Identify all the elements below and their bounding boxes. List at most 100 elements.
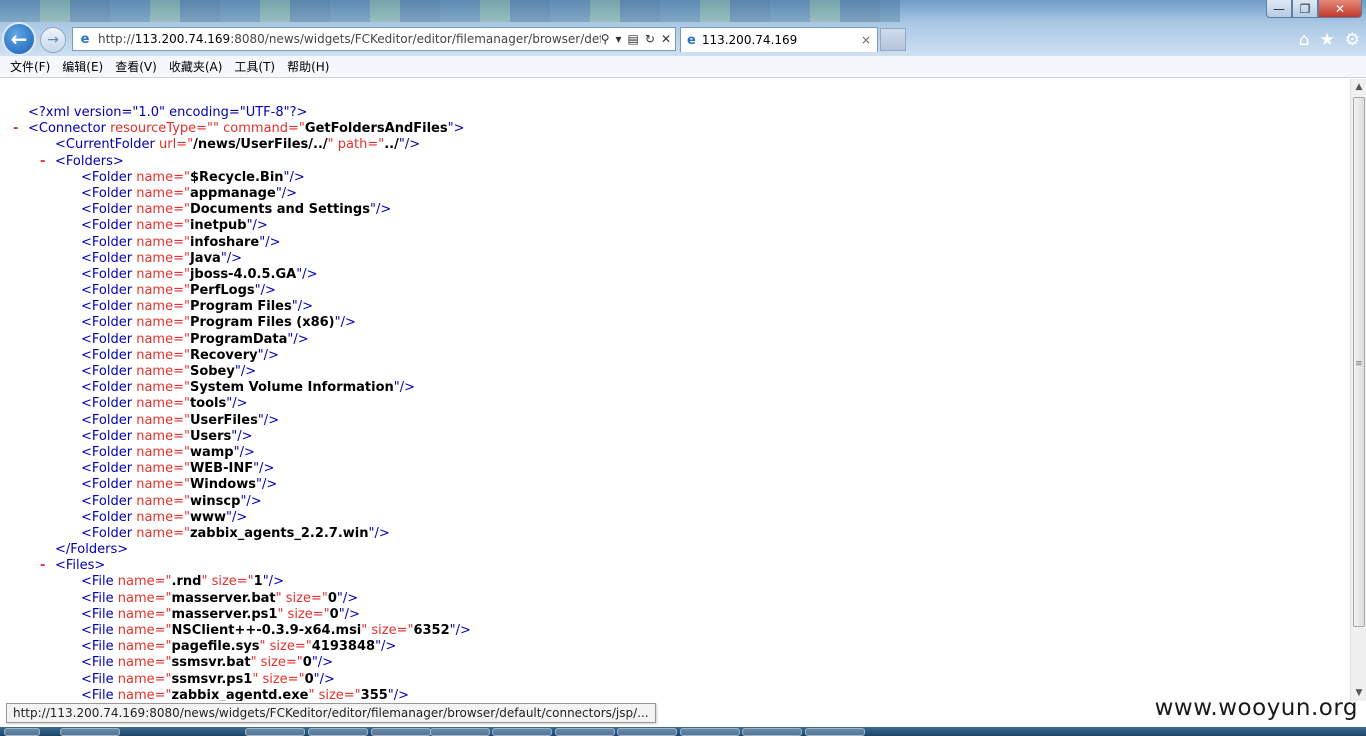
address-bar[interactable]: e http://113.200.74.169:8080/news/widget… bbox=[72, 27, 676, 51]
taskbar-item[interactable] bbox=[430, 728, 490, 736]
start-button[interactable] bbox=[4, 728, 40, 736]
folder-tag: <Folder bbox=[81, 412, 137, 428]
file-size-value: 4193848 bbox=[311, 639, 376, 655]
folders-close-tag: </Folders> bbox=[55, 542, 129, 558]
folder-entry: <Folder name="Documents and Settings"/> bbox=[0, 202, 471, 218]
folder-name-value: inetpub bbox=[189, 218, 247, 234]
address-url[interactable]: http://113.200.74.169:8080/news/widgets/… bbox=[94, 32, 601, 46]
menu-edit[interactable]: 编辑(E) bbox=[56, 58, 109, 75]
folder-entry: <Folder name="Java"/> bbox=[0, 251, 471, 267]
folder-name-attr: name=" bbox=[136, 428, 190, 444]
tab-active[interactable]: e 113.200.74.169 × bbox=[680, 27, 878, 52]
stop-icon[interactable]: ✕ bbox=[661, 32, 671, 46]
scroll-up-arrow-icon[interactable]: ▲ bbox=[1351, 79, 1366, 95]
folder-name-value: tools bbox=[189, 396, 227, 412]
folder-tag-end: "/> bbox=[296, 266, 318, 282]
file-entry: <File name="ssmsvr.ps1" size="0"/> bbox=[0, 672, 471, 688]
vertical-scrollbar[interactable]: ▲ ≡ ▼ bbox=[1350, 79, 1366, 701]
file-name-value: masserver.bat bbox=[171, 590, 276, 606]
tools-gear-icon[interactable]: ⚙ bbox=[1345, 30, 1360, 50]
folder-entry: <Folder name="ProgramData"/> bbox=[0, 332, 471, 348]
file-tag-end: "/> bbox=[336, 590, 359, 606]
folder-tag: <Folder bbox=[81, 299, 137, 315]
menu-bar: 文件(F) 编辑(E) 查看(V) 收藏夹(A) 工具(T) 帮助(H) bbox=[0, 56, 1366, 78]
menu-tools[interactable]: 工具(T) bbox=[228, 58, 281, 75]
folder-name-value: wamp bbox=[189, 444, 234, 460]
minimize-button[interactable]: — bbox=[1266, 0, 1292, 18]
file-tag-end: "/> bbox=[449, 623, 471, 638]
refresh-icon[interactable]: ↻ bbox=[645, 32, 655, 46]
folder-tag: <Folder bbox=[81, 525, 137, 541]
connector-line: - <Connector resourceType="" command="Get… bbox=[0, 121, 471, 137]
home-icon[interactable]: ⌂ bbox=[1299, 30, 1310, 50]
folder-tag-end: "/> bbox=[259, 234, 281, 250]
taskbar-item[interactable] bbox=[742, 728, 802, 736]
folder-tag-end: "/> bbox=[334, 315, 356, 331]
new-tab-button[interactable] bbox=[880, 28, 906, 51]
file-size-attr: " size=" bbox=[201, 574, 254, 590]
xml-tree: <?xml version="1.0" encoding="UTF-8"?> -… bbox=[0, 105, 471, 701]
taskbar-item[interactable] bbox=[617, 728, 677, 736]
menu-view[interactable]: 查看(V) bbox=[109, 58, 163, 75]
folders-collapse-toggle[interactable]: - bbox=[40, 154, 45, 170]
folder-name-value: appmanage bbox=[189, 185, 276, 201]
search-icon[interactable]: ⚲ bbox=[601, 32, 610, 46]
menu-help[interactable]: 帮助(H) bbox=[281, 58, 335, 75]
folder-tag-end: "/> bbox=[246, 218, 268, 234]
xml-declaration-line: <?xml version="1.0" encoding="UTF-8"?> bbox=[0, 105, 471, 121]
connector-collapse-toggle[interactable]: - bbox=[13, 121, 18, 137]
folder-entry: <Folder name="jboss-4.0.5.GA"/> bbox=[0, 267, 471, 283]
menu-favorites[interactable]: 收藏夹(A) bbox=[163, 58, 229, 75]
folder-tag-end: "/> bbox=[256, 477, 278, 493]
folder-entry: <Folder name="inetpub"/> bbox=[0, 218, 471, 234]
back-button[interactable]: ← bbox=[2, 22, 36, 56]
folder-name-attr: name=" bbox=[136, 169, 190, 185]
dropdown-icon[interactable]: ▾ bbox=[616, 32, 622, 46]
folder-name-value: Documents and Settings bbox=[189, 202, 370, 218]
menu-file[interactable]: 文件(F) bbox=[4, 58, 56, 75]
folder-tag: <Folder bbox=[81, 250, 137, 266]
browser-window: — ❐ ✕ ← → e http://113.200.74.169:8080/n… bbox=[0, 0, 1366, 736]
file-tag: <File bbox=[81, 623, 118, 638]
taskbar-item[interactable] bbox=[308, 728, 368, 736]
folder-entry: <Folder name="wamp"/> bbox=[0, 445, 471, 461]
maximize-button[interactable]: ❐ bbox=[1292, 0, 1318, 18]
file-entry: <File name="pagefile.sys" size="4193848"… bbox=[0, 639, 471, 655]
folder-name-value: www bbox=[189, 509, 226, 525]
file-tag: <File bbox=[81, 639, 118, 655]
tab-ie-icon: e bbox=[687, 32, 696, 48]
file-name-attr: name=" bbox=[117, 687, 172, 701]
file-tag-end: "/> bbox=[313, 671, 335, 687]
file-name-attr: name=" bbox=[117, 655, 172, 671]
tab-close-icon[interactable]: × bbox=[861, 33, 871, 47]
folder-tag-end: "/> bbox=[368, 525, 390, 541]
folder-tag: <Folder bbox=[81, 461, 137, 477]
command-icons: ⌂ ★ ⚙ bbox=[1299, 30, 1360, 50]
url-prefix: http:// bbox=[98, 32, 135, 46]
compatibility-view-icon[interactable]: ▤ bbox=[628, 32, 639, 46]
taskbar-item[interactable] bbox=[371, 728, 431, 736]
folder-name-attr: name=" bbox=[136, 250, 190, 266]
close-window-button[interactable]: ✕ bbox=[1318, 0, 1362, 18]
file-tag-end: "/> bbox=[262, 574, 284, 590]
taskbar-item[interactable] bbox=[492, 728, 552, 736]
folder-entry: <Folder name="UserFiles"/> bbox=[0, 413, 471, 429]
file-name-value: pagefile.sys bbox=[171, 639, 260, 655]
taskbar-item[interactable] bbox=[805, 728, 865, 736]
folder-entry: <Folder name="Users"/> bbox=[0, 429, 471, 445]
favorites-star-icon[interactable]: ★ bbox=[1320, 30, 1335, 50]
taskbar-item[interactable] bbox=[680, 728, 740, 736]
folder-name-attr: name=" bbox=[136, 234, 190, 250]
folder-tag-end: "/> bbox=[231, 428, 253, 444]
file-size-attr: " size=" bbox=[308, 687, 361, 701]
folder-name-value: $Recycle.Bin bbox=[189, 169, 284, 185]
forward-button[interactable]: → bbox=[40, 27, 66, 53]
file-size-attr: " size=" bbox=[259, 639, 312, 655]
taskbar-item[interactable] bbox=[555, 728, 615, 736]
file-size-value: 0 bbox=[327, 590, 337, 606]
taskbar-item[interactable] bbox=[60, 728, 120, 736]
current-folder-line: <CurrentFolder url="/news/UserFiles/../"… bbox=[0, 137, 471, 153]
folder-tag: <Folder bbox=[81, 477, 137, 493]
taskbar-item[interactable] bbox=[245, 728, 305, 736]
files-collapse-toggle[interactable]: - bbox=[40, 558, 45, 574]
